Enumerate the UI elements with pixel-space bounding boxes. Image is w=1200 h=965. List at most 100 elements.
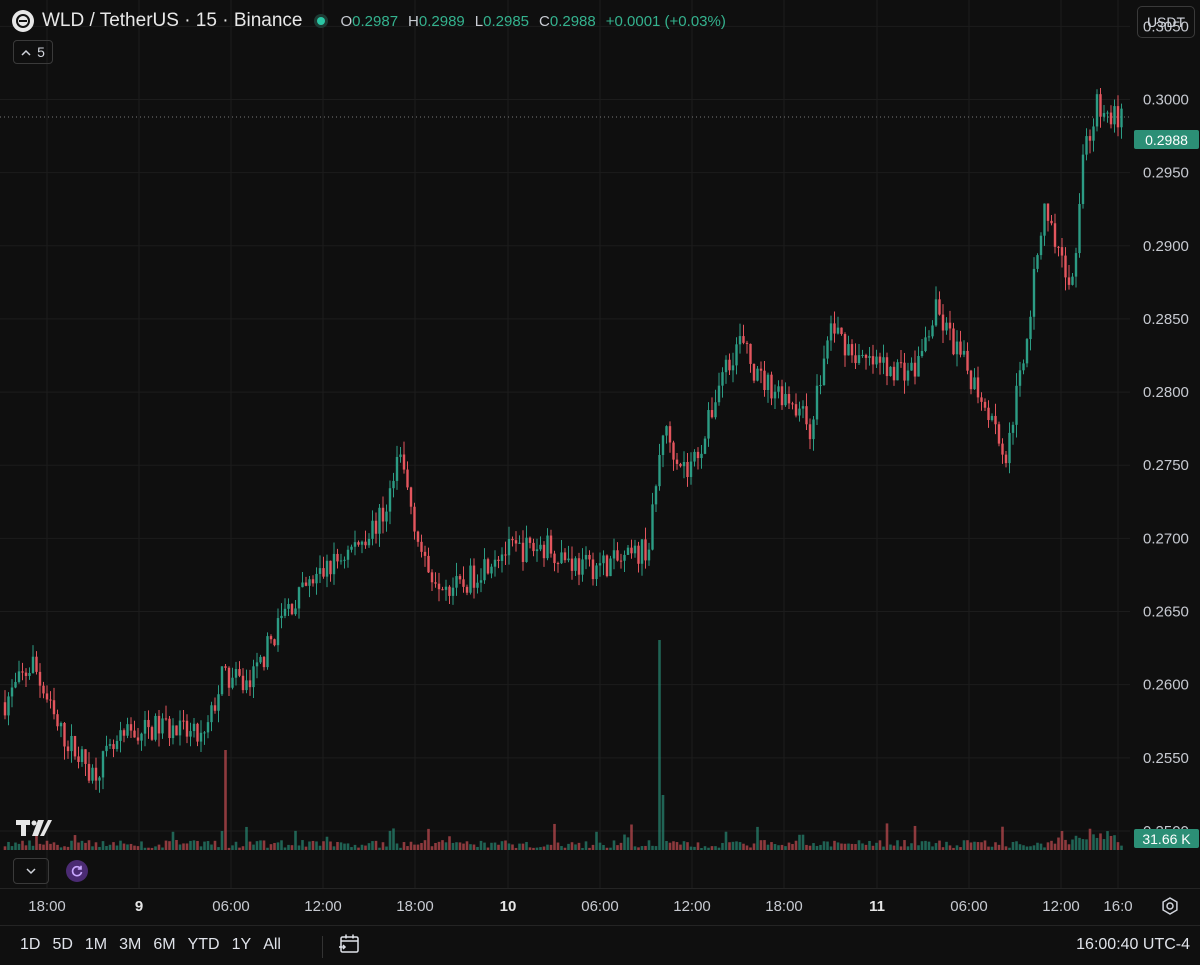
candle-body [136, 737, 140, 741]
volume-bar [843, 843, 847, 850]
candle-body [311, 579, 315, 584]
candle-body [112, 744, 115, 749]
candlestick-series [3, 87, 1123, 793]
volume-bar [693, 846, 696, 850]
volume-bar [878, 840, 882, 850]
volume-bar [360, 844, 364, 850]
candle-body [1018, 370, 1022, 386]
range-button-all[interactable]: All [263, 936, 281, 954]
volume-bar [199, 846, 203, 850]
time-axis[interactable]: 18:00 9 06:00 12:00 18:00 10 06:00 12:00 18:00 11… [0, 890, 1200, 922]
volume-bar [437, 841, 441, 850]
candle-body [409, 487, 413, 507]
volume-bar [521, 843, 525, 850]
volume-bar [1064, 839, 1067, 850]
timezone-clock[interactable]: 16:00:40 UTC-4 [1076, 936, 1190, 954]
candle-body [87, 763, 91, 781]
candle-body [490, 566, 493, 574]
volume-bar [644, 845, 647, 850]
open-key: O [340, 12, 353, 30]
range-button-1y[interactable]: 1Y [232, 936, 252, 954]
time-axis-label: 18:00 [396, 898, 434, 915]
volume-bar [332, 846, 336, 850]
candle-body [1113, 106, 1116, 125]
candle-body [241, 675, 245, 691]
volume-bar [654, 846, 658, 850]
volume-bar [721, 842, 724, 850]
volume-bar [539, 847, 542, 850]
volume-bar [973, 841, 976, 850]
volume-bar [584, 841, 588, 850]
candle-body [196, 723, 199, 742]
volume-bar [808, 845, 812, 850]
volume-bar [486, 847, 490, 850]
volume-bar [119, 840, 122, 850]
candle-body [864, 354, 868, 358]
candle-body [588, 554, 591, 560]
volume-bar [724, 831, 728, 850]
candle-body [962, 350, 966, 355]
range-button-ytd[interactable]: YTD [188, 936, 220, 954]
candle-body [581, 559, 584, 575]
candle-body [248, 680, 252, 688]
volume-bar [717, 847, 721, 850]
volume-bar [378, 847, 381, 850]
price-chart[interactable]: 0.30500.30000.29500.29000.28500.28000.27… [0, 0, 1200, 888]
candle-body [770, 374, 773, 399]
range-button-1m[interactable]: 1M [85, 936, 107, 954]
symbol-header: WLD / TetherUS · 15 · Binance O0.2987 H0… [12, 8, 726, 34]
candle-body [707, 410, 710, 439]
volume-bar [931, 846, 934, 850]
refresh-icon[interactable] [66, 860, 88, 882]
indicators-toggle-button[interactable]: 5 [13, 40, 53, 64]
range-button-6m[interactable]: 6M [153, 936, 175, 954]
candle-body [714, 402, 717, 418]
calendar-goto-icon[interactable] [338, 932, 362, 956]
candle-body [819, 385, 822, 387]
candle-body [756, 368, 759, 381]
volume-bar [266, 847, 269, 850]
volume-bar [80, 840, 84, 850]
candle-body [203, 732, 206, 734]
volume-bar [150, 847, 154, 850]
volume-bar [1102, 839, 1106, 850]
candle-body [1081, 154, 1085, 205]
symbol-title[interactable]: WLD / TetherUS · 15 · Binance [42, 10, 302, 32]
collapse-pane-button[interactable] [13, 858, 49, 884]
currency-select[interactable]: USDT [1137, 6, 1195, 38]
range-button-5d[interactable]: 5D [52, 936, 72, 954]
candle-body [1053, 223, 1057, 247]
volume-bar [115, 845, 119, 850]
range-button-3m[interactable]: 3M [119, 936, 141, 954]
candle-body [353, 542, 357, 547]
volume-bar [416, 844, 420, 850]
range-button-1d[interactable]: 1D [20, 936, 40, 954]
volume-bar [479, 840, 483, 850]
candle-body [378, 507, 381, 534]
candle-body [381, 507, 385, 522]
volume-bar [10, 846, 14, 850]
candle-body [455, 576, 458, 588]
time-axis-label: 11 [869, 898, 885, 915]
candle-body [672, 442, 675, 460]
volume-bar [994, 842, 997, 850]
settings-gear-icon[interactable] [1160, 896, 1180, 916]
volume-bar [770, 842, 773, 850]
volume-bar [556, 842, 560, 850]
volume-bar [241, 846, 245, 850]
close-value: 0.2988 [549, 12, 596, 30]
volume-bar [966, 840, 969, 850]
indicator-count: 5 [37, 44, 45, 60]
tradingview-logo-icon[interactable] [16, 814, 52, 845]
high-value: 0.2989 [418, 12, 465, 30]
volume-bar [1008, 847, 1011, 850]
candle-body [651, 504, 654, 550]
volume-bar [220, 830, 224, 850]
candle-body [728, 359, 731, 371]
volume-bar [395, 843, 399, 850]
ohlc-readout: O0.2987 H0.2989 L0.2985 C0.2988 +0.0001 … [340, 13, 725, 30]
candle-body [969, 370, 973, 390]
volume-bar [784, 846, 787, 850]
candle-body [934, 299, 938, 326]
candle-body [1071, 276, 1074, 285]
